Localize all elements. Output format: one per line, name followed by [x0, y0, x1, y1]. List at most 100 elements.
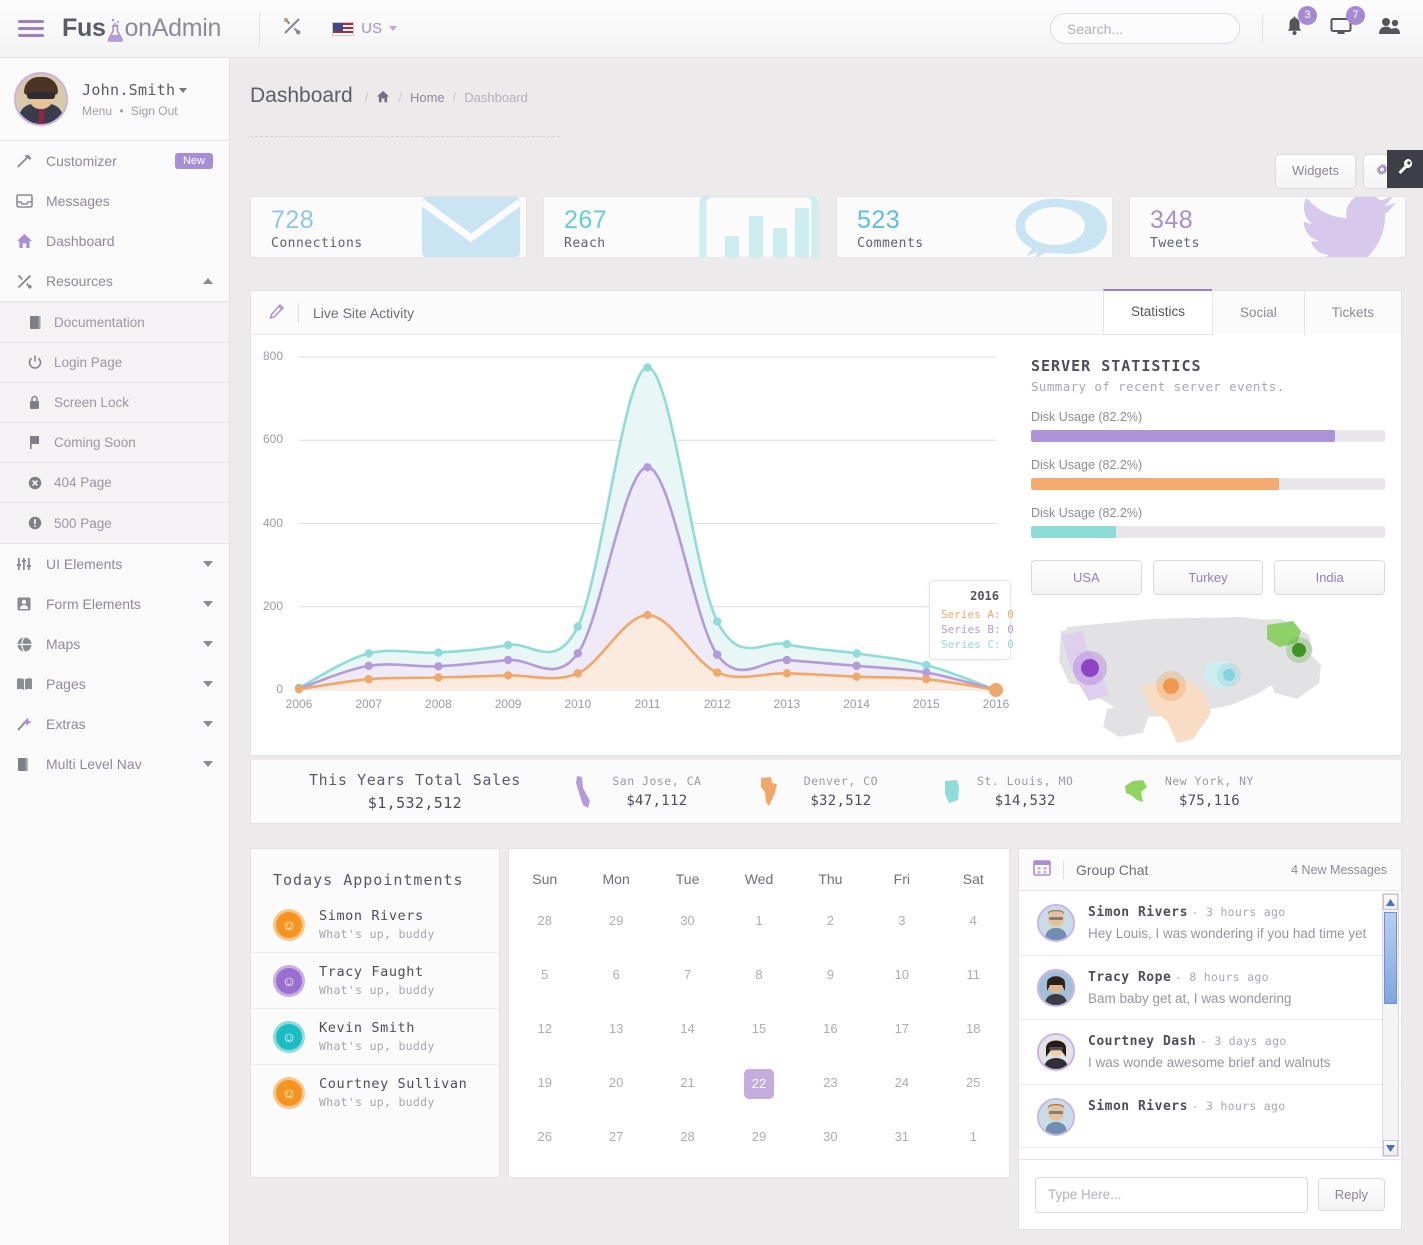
country-button-india[interactable]: India — [1274, 560, 1385, 595]
calendar-day[interactable]: 28 — [652, 1111, 723, 1165]
activity-area-chart[interactable]: 2016 Series A: 0 Series B: 0 Series C: 0… — [251, 335, 1011, 755]
calendar-day[interactable]: 16 — [795, 1003, 866, 1057]
search-input[interactable] — [1050, 13, 1240, 44]
appointment-message: What's up, buddy — [319, 983, 435, 997]
menu-link[interactable]: Menu — [82, 104, 112, 118]
calendar-day[interactable]: 18 — [938, 1003, 1009, 1057]
breadcrumb-home[interactable]: Home — [410, 90, 445, 105]
calendar-day[interactable]: 28 — [509, 895, 580, 949]
sidebar-item-pages[interactable]: Pages — [0, 664, 229, 704]
locale-selector[interactable]: US — [332, 20, 397, 37]
sidebar-item-dashboard[interactable]: Dashboard — [0, 221, 229, 261]
tools-icon[interactable] — [282, 16, 302, 41]
calendar-day[interactable]: 24 — [866, 1057, 937, 1111]
country-button-turkey[interactable]: Turkey — [1153, 560, 1264, 595]
list-item[interactable]: ☺ Courtney Sullivan What's up, buddy — [251, 1065, 499, 1120]
calendar-day[interactable]: 30 — [652, 895, 723, 949]
reply-button[interactable]: Reply — [1318, 1178, 1385, 1211]
map-marker-newyork[interactable] — [1286, 637, 1312, 663]
sidebar-item-form-elements[interactable]: Form Elements — [0, 584, 229, 624]
tab-statistics[interactable]: Statistics — [1103, 289, 1212, 334]
sidebar-item-documentation[interactable]: Documentation — [0, 303, 229, 343]
calendar-day[interactable]: 19 — [509, 1057, 580, 1111]
sidebar-item-multi-level-nav[interactable]: Multi Level Nav — [0, 744, 229, 784]
home-icon[interactable] — [376, 90, 390, 106]
calendar-day[interactable]: 14 — [652, 1003, 723, 1057]
calendar-day[interactable]: 25 — [938, 1057, 1009, 1111]
sidebar-item-resources[interactable]: Resources — [0, 261, 229, 301]
calendar-day-selected[interactable]: 22 — [744, 1069, 774, 1099]
monitor-icon[interactable]: 7 — [1330, 16, 1352, 41]
sidebar-item-maps[interactable]: Maps — [0, 624, 229, 664]
calendar-day[interactable]: 13 — [580, 1003, 651, 1057]
brand-logo[interactable]: Fus onAdmin — [62, 14, 221, 43]
sales-item-denver[interactable]: Denver, CO $32,512 — [749, 774, 889, 809]
tab-tickets[interactable]: Tickets — [1304, 291, 1401, 335]
chat-input[interactable] — [1035, 1177, 1308, 1213]
sidebar-item-extras[interactable]: Extras — [0, 704, 229, 744]
calendar-day[interactable]: 31 — [866, 1111, 937, 1165]
sidebar-item-login-page[interactable]: Login Page — [0, 343, 229, 383]
sidebar-item-screen-lock[interactable]: Screen Lock — [0, 383, 229, 423]
scroll-up-icon[interactable] — [1383, 894, 1398, 910]
tab-social[interactable]: Social — [1212, 291, 1304, 335]
sidebar-item-404-page[interactable]: 404 Page — [0, 463, 229, 503]
stat-card-tweets[interactable]: 348 Tweets — [1129, 196, 1406, 258]
sales-item-st-louis[interactable]: St. Louis, MO $14,532 — [933, 774, 1074, 809]
map-marker-missouri[interactable] — [1217, 663, 1241, 687]
calendar-day[interactable]: 7 — [652, 949, 723, 1003]
calendar-day[interactable]: 10 — [866, 949, 937, 1003]
widgets-button[interactable]: Widgets — [1275, 154, 1356, 189]
sidebar-item-500-page[interactable]: 500 Page — [0, 503, 229, 543]
scrollbar-thumb[interactable] — [1384, 912, 1397, 1004]
scroll-down-icon[interactable] — [1383, 1140, 1398, 1156]
country-button-usa[interactable]: USA — [1031, 560, 1142, 595]
calendar-day[interactable]: 1 — [938, 1111, 1009, 1165]
calendar-day[interactable]: 1 — [723, 895, 794, 949]
calendar-day[interactable]: 26 — [509, 1111, 580, 1165]
stat-card-connections[interactable]: 728 Connections — [250, 196, 527, 258]
sidebar-item-messages[interactable]: Messages — [0, 181, 229, 221]
calendar-day[interactable]: 29 — [580, 895, 651, 949]
list-item[interactable]: ☺ Kevin Smith What's up, buddy — [251, 1009, 499, 1065]
calendar-day[interactable]: 2 — [795, 895, 866, 949]
sidebar-item-label: Login Page — [54, 355, 122, 370]
calendar-day[interactable]: 11 — [938, 949, 1009, 1003]
calendar-day[interactable]: 15 — [723, 1003, 794, 1057]
us-map[interactable] — [1031, 609, 1385, 759]
user-name[interactable]: John.Smith — [82, 81, 187, 99]
sales-item-san-jose[interactable]: San Jose, CA $47,112 — [565, 774, 705, 809]
stat-card-reach[interactable]: 267 Reach — [543, 196, 820, 258]
signout-link[interactable]: Sign Out — [131, 104, 178, 118]
calendar-day[interactable]: 6 — [580, 949, 651, 1003]
calendar-day[interactable]: 23 — [795, 1057, 866, 1111]
stat-card-comments[interactable]: 523 Comments — [836, 196, 1113, 258]
map-marker-california[interactable] — [1073, 651, 1107, 685]
calendar-day[interactable]: 9 — [795, 949, 866, 1003]
sidebar-item-coming-soon[interactable]: Coming Soon — [0, 423, 229, 463]
calendar-day[interactable]: 22 — [723, 1057, 794, 1111]
sidebar-item-customizer[interactable]: Customizer New — [0, 141, 229, 181]
calendar-day[interactable]: 5 — [509, 949, 580, 1003]
sidebar-item-ui-elements[interactable]: UI Elements — [0, 544, 229, 584]
calendar-day[interactable]: 12 — [509, 1003, 580, 1057]
list-item[interactable]: ☺ Tracy Faught What's up, buddy — [251, 953, 499, 1009]
notifications-bell-icon[interactable]: 3 — [1285, 16, 1304, 41]
calendar-day[interactable]: 21 — [652, 1057, 723, 1111]
list-item[interactable]: ☺ Simon Rivers What's up, buddy — [251, 897, 499, 953]
user-profile[interactable]: John.Smith Menu • Sign Out — [0, 58, 229, 141]
calendar-day[interactable]: 30 — [795, 1111, 866, 1165]
menu-toggle-icon[interactable] — [0, 20, 62, 37]
users-icon[interactable] — [1378, 17, 1401, 40]
calendar-day[interactable]: 8 — [723, 949, 794, 1003]
chat-scrollbar[interactable] — [1382, 893, 1399, 1157]
calendar-day[interactable]: 29 — [723, 1111, 794, 1165]
calendar-day[interactable]: 4 — [938, 895, 1009, 949]
map-marker-texas[interactable] — [1156, 671, 1186, 701]
calendar-day[interactable]: 20 — [580, 1057, 651, 1111]
calendar-day[interactable]: 27 — [580, 1111, 651, 1165]
settings-side-tab[interactable] — [1387, 150, 1423, 188]
calendar-day[interactable]: 3 — [866, 895, 937, 949]
sales-item-new-york[interactable]: New York, NY $75,116 — [1117, 774, 1257, 809]
calendar-day[interactable]: 17 — [866, 1003, 937, 1057]
